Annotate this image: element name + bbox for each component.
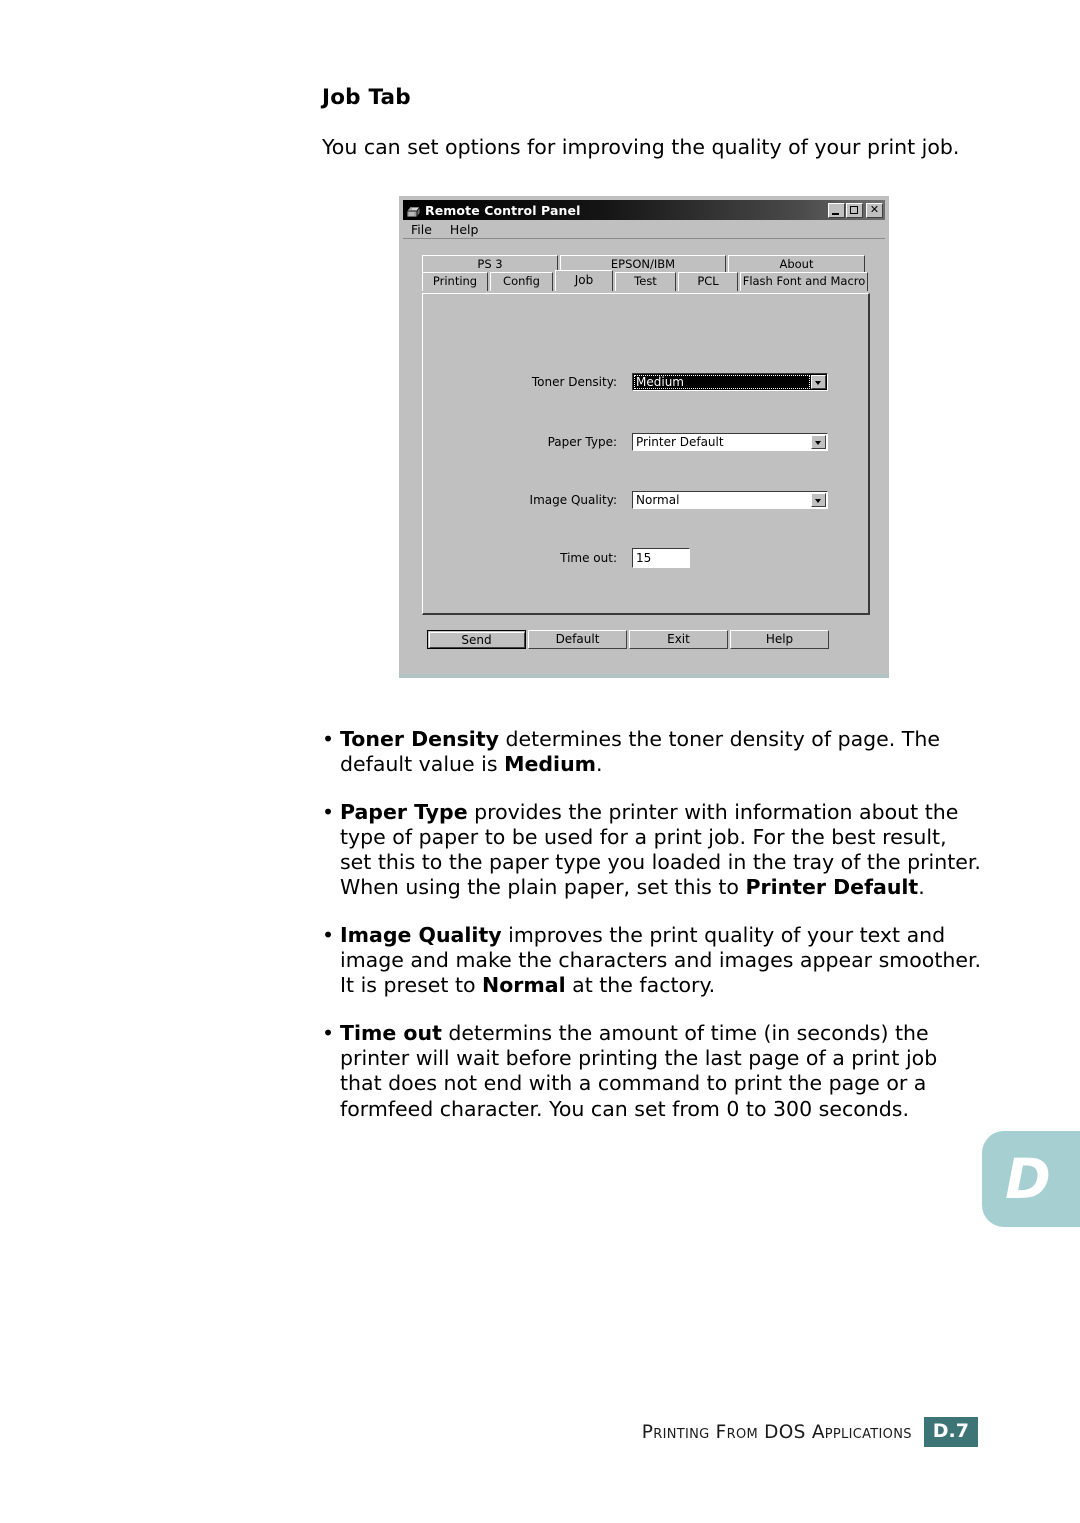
page-title: Job Tab xyxy=(322,85,411,110)
chevron-down-icon[interactable] xyxy=(811,375,826,389)
toner-density-label: Toner Density: xyxy=(531,375,617,389)
bullet-marker: • xyxy=(322,922,335,947)
paper-type-combobox[interactable]: Printer Default xyxy=(632,433,828,451)
dialog-menubar: File Help xyxy=(403,220,885,239)
field-paper-type: Paper Type: Printer Default xyxy=(517,433,828,451)
tab-test[interactable]: Test xyxy=(615,272,676,291)
job-tab-panel: Toner Density: Medium Paper Type: Printe… xyxy=(422,293,870,615)
screenshot-figure: Remote Control Panel ✕ File Help PS 3 EP… xyxy=(399,196,889,678)
page-footer: Printing From DOS Applications D.7 xyxy=(322,1417,978,1447)
image-quality-combobox[interactable]: Normal xyxy=(632,491,828,509)
time-out-input[interactable]: 15 xyxy=(632,548,690,568)
tab-config[interactable]: Config xyxy=(490,272,553,291)
printer-icon xyxy=(406,204,421,218)
window-controls: ✕ xyxy=(828,202,883,218)
tab-strip: PS 3 EPSON/IBM About Printing Config Job… xyxy=(422,255,870,293)
list-item: • Image Quality improves the print quali… xyxy=(322,923,982,999)
tab-flash-font-and-macro[interactable]: Flash Font and Macro xyxy=(740,272,868,291)
footer-title: Printing From DOS Applications xyxy=(641,1421,912,1443)
paper-type-value: Printer Default xyxy=(636,435,724,449)
toner-density-value: Medium xyxy=(634,375,810,389)
toner-density-combobox[interactable]: Medium xyxy=(632,373,828,391)
chevron-down-icon[interactable] xyxy=(811,435,826,449)
bullet-text: Time out determins the amount of time (i… xyxy=(340,1020,938,1121)
image-quality-value: Normal xyxy=(636,493,680,507)
list-item: • Paper Type provides the printer with i… xyxy=(322,800,982,901)
default-button[interactable]: Default xyxy=(528,630,627,649)
field-toner-density: Toner Density: Medium xyxy=(517,373,828,391)
dialog-button-row: Send Default Exit Help xyxy=(427,630,829,649)
dialog-title: Remote Control Panel xyxy=(425,202,581,218)
menu-file[interactable]: File xyxy=(411,222,432,237)
bullet-marker: • xyxy=(322,799,335,824)
minimize-button[interactable] xyxy=(828,202,845,218)
send-button[interactable]: Send xyxy=(427,630,526,649)
field-image-quality: Image Quality: Normal xyxy=(517,491,828,509)
help-button[interactable]: Help xyxy=(730,630,829,649)
appendix-letter: D xyxy=(1005,1147,1051,1211)
tab-pcl[interactable]: PCL xyxy=(678,272,738,291)
image-quality-label: Image Quality: xyxy=(529,493,617,507)
bullet-text: Toner Density determines the toner densi… xyxy=(340,727,940,777)
list-item: • Time out determins the amount of time … xyxy=(322,1021,982,1122)
exit-button[interactable]: Exit xyxy=(629,630,728,649)
tab-job[interactable]: Job xyxy=(555,270,613,291)
dialog-titlebar: Remote Control Panel ✕ xyxy=(403,200,885,220)
close-button[interactable]: ✕ xyxy=(866,202,883,218)
intro-paragraph: You can set options for improving the qu… xyxy=(322,135,960,159)
remote-control-panel-dialog: Remote Control Panel ✕ File Help PS 3 EP… xyxy=(403,200,885,670)
bullet-text: Image Quality improves the print quality… xyxy=(340,922,982,998)
send-button-label: Send xyxy=(428,631,525,648)
manual-page: Job Tab You can set options for improvin… xyxy=(0,0,1080,1523)
field-time-out: Time out: 15 xyxy=(517,548,690,568)
bullet-marker: • xyxy=(322,727,335,751)
tab-printing[interactable]: Printing xyxy=(422,272,488,291)
bullet-list: • Toner Density determines the toner den… xyxy=(322,727,982,1144)
bullet-marker: • xyxy=(322,1020,335,1045)
menu-help[interactable]: Help xyxy=(450,222,479,237)
tab-row-bottom: Printing Config Job Test PCL Flash Font … xyxy=(422,270,870,291)
page-number-badge: D.7 xyxy=(923,1417,978,1447)
time-out-label: Time out: xyxy=(560,551,617,565)
chevron-down-icon[interactable] xyxy=(811,493,826,507)
paper-type-label: Paper Type: xyxy=(547,435,617,449)
list-item: • Toner Density determines the toner den… xyxy=(322,727,982,778)
maximize-button[interactable] xyxy=(846,202,863,218)
appendix-side-tab: D xyxy=(982,1131,1080,1227)
bullet-text: Paper Type provides the printer with inf… xyxy=(340,799,981,900)
